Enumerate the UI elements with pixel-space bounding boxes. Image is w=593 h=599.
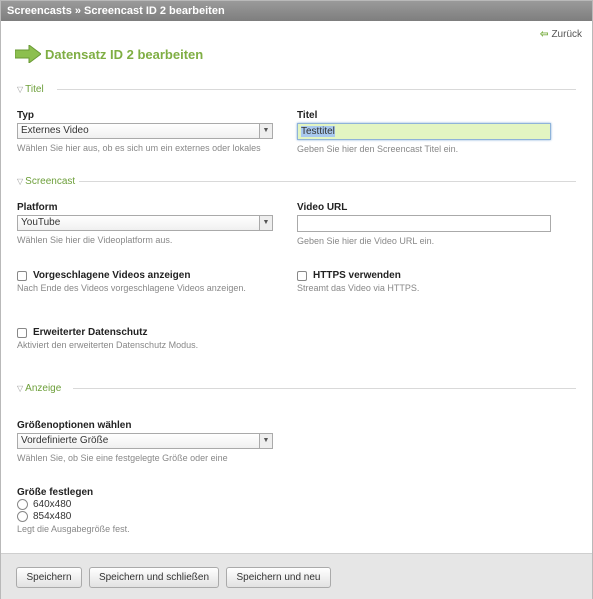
save-button[interactable]: Speichern [16,567,82,588]
section-label: Anzeige [25,383,62,394]
typ-select[interactable]: Externes Video ▼ [17,123,273,139]
fixed-size-label: Größe festlegen [17,487,94,498]
platform-label: Platform [17,202,58,213]
divider [57,89,576,90]
window: Screencasts » Screencast ID 2 bearbeiten… [0,0,593,599]
collapse-triangle-icon: ▽ [17,85,24,94]
breadcrumb: Screencasts » Screencast ID 2 bearbeiten [1,1,592,21]
video-url-input[interactable] [297,215,551,232]
back-arrow-icon: ⇦ [540,29,549,40]
platform-select-value: YouTube [21,217,61,228]
back-label: Zurück [551,29,582,40]
divider [73,388,576,389]
titel-field: Titel Testtitel Geben Sie hier den Scree… [297,110,551,154]
privacy-hint: Aktiviert den erweiterten Datenschutz Mo… [17,340,199,350]
size-options-hint: Wählen Sie, ob Sie eine festgelegte Größ… [17,453,228,463]
radio-label: 640x480 [33,498,72,510]
platform-hint: Wählen Sie hier die Videoplatform aus. [17,235,173,245]
size-options-field: Größenoptionen wählen Vordefinierte Größ… [17,420,273,463]
section-label: Screencast [25,176,76,187]
typ-label: Typ [17,110,35,121]
section-screencast[interactable]: ▽ Screencast [17,175,576,187]
chevron-down-icon: ▼ [259,434,272,448]
suggested-videos-checkbox[interactable] [17,270,27,281]
titel-hint: Geben Sie hier den Screencast Titel ein. [297,144,459,154]
divider [79,181,576,182]
privacy-checkbox[interactable] [17,327,27,338]
radio-button[interactable] [17,498,28,510]
radio-label: 854x480 [33,510,72,522]
suggested-videos-hint: Nach Ende des Videos vorgeschlagene Vide… [17,283,246,293]
section-titel[interactable]: ▽ Titel [17,83,576,95]
platform-field: Platform YouTube ▼ Wählen Sie hier die V… [17,202,273,245]
privacy-label: Erweiterter Datenschutz [33,327,148,338]
typ-field: Typ Externes Video ▼ Wählen Sie hier aus… [17,110,273,153]
fixed-size-field: Größe festlegen 640x480 854x480 Legt die… [17,487,273,534]
titel-input[interactable]: Testtitel [297,123,551,140]
save-new-button[interactable]: Speichern und neu [226,567,331,588]
back-link[interactable]: ⇦ Zurück [540,29,582,40]
collapse-triangle-icon: ▽ [17,177,24,186]
suggested-videos-label: Vorgeschlagene Videos anzeigen [33,270,191,281]
save-close-button[interactable]: Speichern und schließen [89,567,219,588]
radio-button[interactable] [17,510,28,522]
https-label: HTTPS verwenden [313,270,401,281]
section-anzeige[interactable]: ▽ Anzeige [17,382,576,394]
size-option-640x480[interactable]: 640x480 [17,498,273,510]
video-url-field: Video URL Geben Sie hier die Video URL e… [297,202,551,246]
titel-input-value: Testtitel [301,126,335,137]
typ-hint: Wählen Sie hier aus, ob es sich um ein e… [17,143,261,153]
page-title: Datensatz ID 2 bearbeiten [45,46,204,62]
platform-select[interactable]: YouTube ▼ [17,215,273,231]
size-option-854x480[interactable]: 854x480 [17,510,273,522]
https-checkbox[interactable] [297,270,307,281]
chevron-down-icon: ▼ [259,124,272,138]
size-options-label: Größenoptionen wählen [17,420,132,431]
size-options-select[interactable]: Vordefinierte Größe ▼ [17,433,273,449]
chevron-down-icon: ▼ [259,216,272,230]
https-hint: Streamt das Video via HTTPS. [297,283,420,293]
fixed-size-hint: Legt die Ausgabegröße fest. [17,524,130,534]
collapse-triangle-icon: ▽ [17,384,24,393]
button-bar: Speichern Speichern und schließen Speich… [1,553,592,599]
size-options-select-value: Vordefinierte Größe [21,435,109,446]
https-field: HTTPS verwenden Streamt das Video via HT… [297,270,557,293]
titel-label: Titel [297,110,318,121]
suggested-videos-field: Vorgeschlagene Videos anzeigen Nach Ende… [17,270,287,293]
edit-arrow-icon [15,45,41,63]
video-url-hint: Geben Sie hier die Video URL ein. [297,236,435,246]
page-header: Datensatz ID 2 bearbeiten [15,44,203,64]
typ-select-value: Externes Video [21,125,89,136]
privacy-field: Erweiterter Datenschutz Aktiviert den er… [17,327,287,350]
video-url-label: Video URL [297,202,348,213]
section-label: Titel [25,84,44,95]
